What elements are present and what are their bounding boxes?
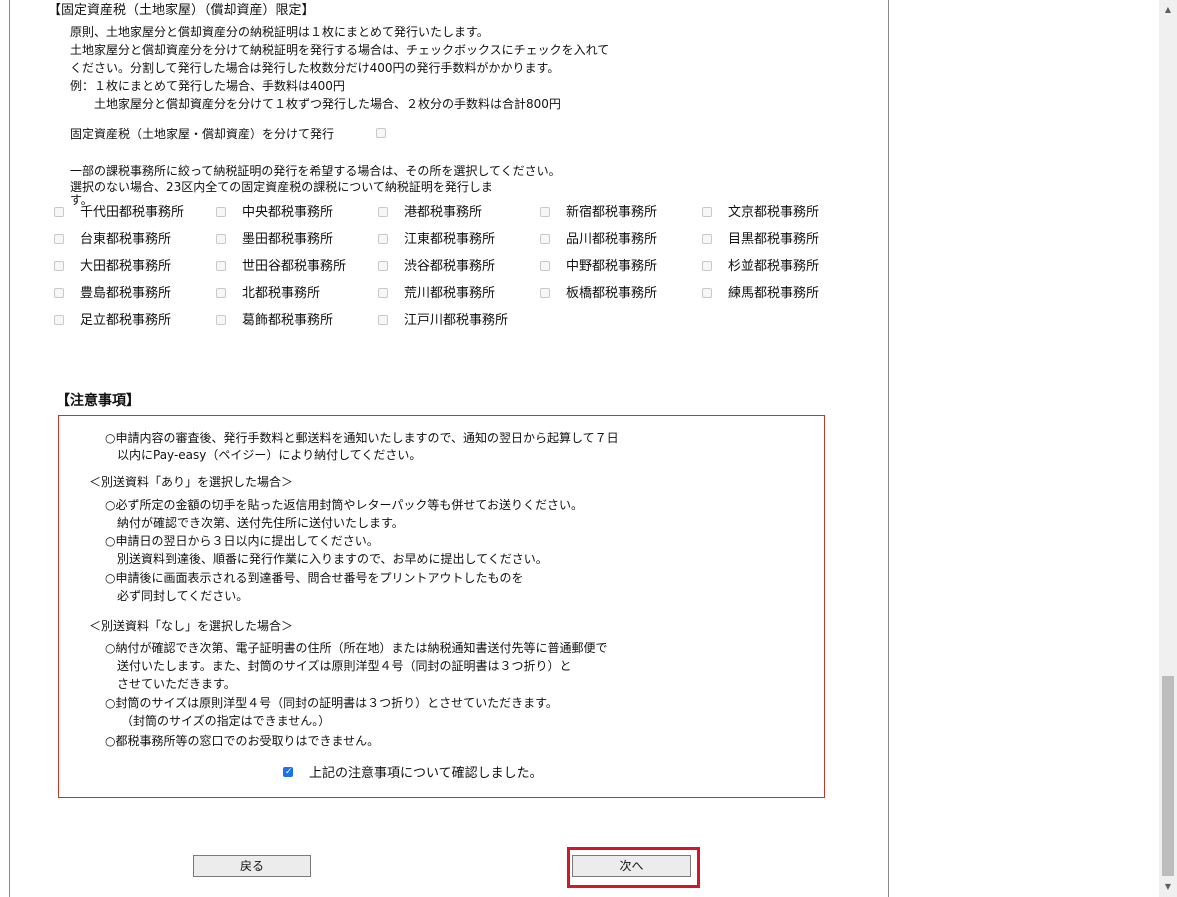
notice-line: ○申請日の翌日から３日以内に提出してください。 xyxy=(105,534,379,548)
notice-line: 以内にPay-easy（ペイジー）により納付してください。 xyxy=(117,448,422,462)
office-label: 世田谷都税事務所 xyxy=(242,259,347,274)
notice-line: ○納付が確認でき次第、電子証明書の住所（所在地）または納税通知書送付先等に普通郵… xyxy=(105,641,608,655)
office-checkbox[interactable] xyxy=(378,234,388,244)
office-instruction-2: 選択のない場合、23区内全ての固定資産税の課税について納税証明を発行しま xyxy=(70,180,493,194)
notice-line: ○必ず所定の金額の切手を貼った返信用封筒やレターパック等も併せてお送りください。 xyxy=(105,498,583,512)
info-line-3: ください。分割して発行した場合は発行した枚数分だけ400円の発行手数料がかかりま… xyxy=(70,61,560,75)
office-label: 杉並都税事務所 xyxy=(728,259,820,274)
office-checkbox[interactable] xyxy=(702,234,712,244)
office-label: 台東都税事務所 xyxy=(80,232,172,247)
office-label: 渋谷都税事務所 xyxy=(404,259,496,274)
info-line-2: 土地家屋分と償却資産分を分けて納税証明を発行する場合は、チェックボックスにチェッ… xyxy=(70,43,610,57)
split-issue-label: 固定資産税（土地家屋・償却資産）を分けて発行 xyxy=(70,127,335,141)
office-label: 大田都税事務所 xyxy=(80,259,172,274)
office-checkbox[interactable] xyxy=(702,288,712,298)
form-content: 【固定資産税（土地家屋）（償却資産）限定】 原則、土地家屋分と償却資産分の納税証… xyxy=(24,0,888,897)
vertical-scrollbar[interactable]: ▲ ▼ xyxy=(1159,0,1177,897)
office-checkbox[interactable] xyxy=(378,207,388,217)
office-label: 新宿都税事務所 xyxy=(566,205,658,220)
office-checkbox[interactable] xyxy=(378,261,388,271)
nashi-heading: ＜別送資料「なし」を選択した場合＞ xyxy=(89,619,294,633)
notice-heading: 【注意事項】 xyxy=(56,393,140,409)
office-checkbox[interactable] xyxy=(540,207,550,217)
notice-line: ○申請内容の審査後、発行手数料と郵送料を通知いたしますので、通知の翌日から起算し… xyxy=(105,431,619,445)
office-checkbox[interactable] xyxy=(702,207,712,217)
frame-left-border xyxy=(9,0,10,897)
office-label: 足立都税事務所 xyxy=(80,313,172,328)
split-issue-checkbox[interactable] xyxy=(376,128,386,138)
office-checkbox[interactable] xyxy=(216,288,226,298)
notice-line: ○申請後に画面表示される到達番号、問合せ番号をプリントアウトしたものを xyxy=(105,571,524,585)
frame-right-border xyxy=(888,0,889,897)
office-checkbox[interactable] xyxy=(702,261,712,271)
section-heading: 【固定資産税（土地家屋）（償却資産）限定】 xyxy=(48,3,315,18)
office-checkbox[interactable] xyxy=(54,207,64,217)
office-checkbox[interactable] xyxy=(378,315,388,325)
office-checkbox[interactable] xyxy=(54,315,64,325)
office-label: 練馬都税事務所 xyxy=(728,286,820,301)
office-label: 目黒都税事務所 xyxy=(728,232,820,247)
office-label: 中野都税事務所 xyxy=(566,259,658,274)
office-label: 品川都税事務所 xyxy=(566,232,658,247)
office-label: 豊島都税事務所 xyxy=(80,286,172,301)
info-line-5: 土地家屋分と償却資産分を分けて１枚ずつ発行した場合、２枚分の手数料は合計800円 xyxy=(94,97,561,111)
office-checkbox[interactable] xyxy=(216,207,226,217)
office-label: 江戸川都税事務所 xyxy=(404,313,509,328)
office-checkbox[interactable] xyxy=(54,288,64,298)
info-line-1: 原則、土地家屋分と償却資産分の納税証明は１枚にまとめて発行いたします。 xyxy=(70,25,489,39)
notice-line: ○封筒のサイズは原則洋型４号（同封の証明書は３つ折り）とさせていただきます。 xyxy=(105,696,558,710)
confirm-checkbox[interactable] xyxy=(283,767,293,777)
office-checkbox[interactable] xyxy=(216,315,226,325)
notice-line: 別送資料到達後、順番に発行作業に入りますので、お早めに提出してください。 xyxy=(117,552,548,566)
office-checkbox[interactable] xyxy=(54,261,64,271)
scroll-down-icon[interactable]: ▼ xyxy=(1159,879,1177,895)
office-label: 港都税事務所 xyxy=(404,205,483,220)
office-checkbox[interactable] xyxy=(540,261,550,271)
office-checkbox[interactable] xyxy=(54,234,64,244)
office-label: 北都税事務所 xyxy=(242,286,321,301)
office-label: 千代田都税事務所 xyxy=(80,205,185,220)
office-label: 中央都税事務所 xyxy=(242,205,334,220)
office-checkbox[interactable] xyxy=(540,288,550,298)
confirm-label: 上記の注意事項について確認しました。 xyxy=(309,766,543,781)
notice-line: させていただきます。 xyxy=(117,677,236,691)
office-label: 板橋都税事務所 xyxy=(566,286,658,301)
office-checkbox[interactable] xyxy=(216,261,226,271)
scroll-thumb[interactable] xyxy=(1162,676,1174,876)
notice-box: ○申請内容の審査後、発行手数料と郵送料を通知いたしますので、通知の翌日から起算し… xyxy=(58,415,825,798)
next-button[interactable]: 次へ xyxy=(572,855,691,877)
office-label: 文京都税事務所 xyxy=(728,205,820,220)
notice-line: 送付いたします。また、封筒のサイズは原則洋型４号（同封の証明書は３つ折り）と xyxy=(117,659,572,673)
office-checkbox[interactable] xyxy=(378,288,388,298)
office-instruction-1: 一部の課税事務所に絞って納税証明の発行を希望する場合は、その所を選択してください… xyxy=(70,164,561,178)
office-label: 葛飾都税事務所 xyxy=(242,313,334,328)
scroll-up-icon[interactable]: ▲ xyxy=(1159,2,1177,18)
notice-line: （封筒のサイズの指定はできません。） xyxy=(121,714,331,728)
ari-heading: ＜別送資料「あり」を選択した場合＞ xyxy=(89,475,294,489)
info-line-4: 例：１枚にまとめて発行した場合、手数料は400円 xyxy=(70,79,345,93)
back-button[interactable]: 戻る xyxy=(193,855,311,877)
office-label: 墨田都税事務所 xyxy=(242,232,334,247)
office-checkbox[interactable] xyxy=(216,234,226,244)
notice-line: 納付が確認でき次第、送付先住所に送付いたします。 xyxy=(117,516,404,530)
office-checkbox[interactable] xyxy=(540,234,550,244)
notice-line: 必ず同封してください。 xyxy=(117,589,249,603)
office-label: 荒川都税事務所 xyxy=(404,286,496,301)
office-label: 江東都税事務所 xyxy=(404,232,496,247)
notice-line: ○都税事務所等の窓口でのお受取りはできません。 xyxy=(105,734,380,748)
